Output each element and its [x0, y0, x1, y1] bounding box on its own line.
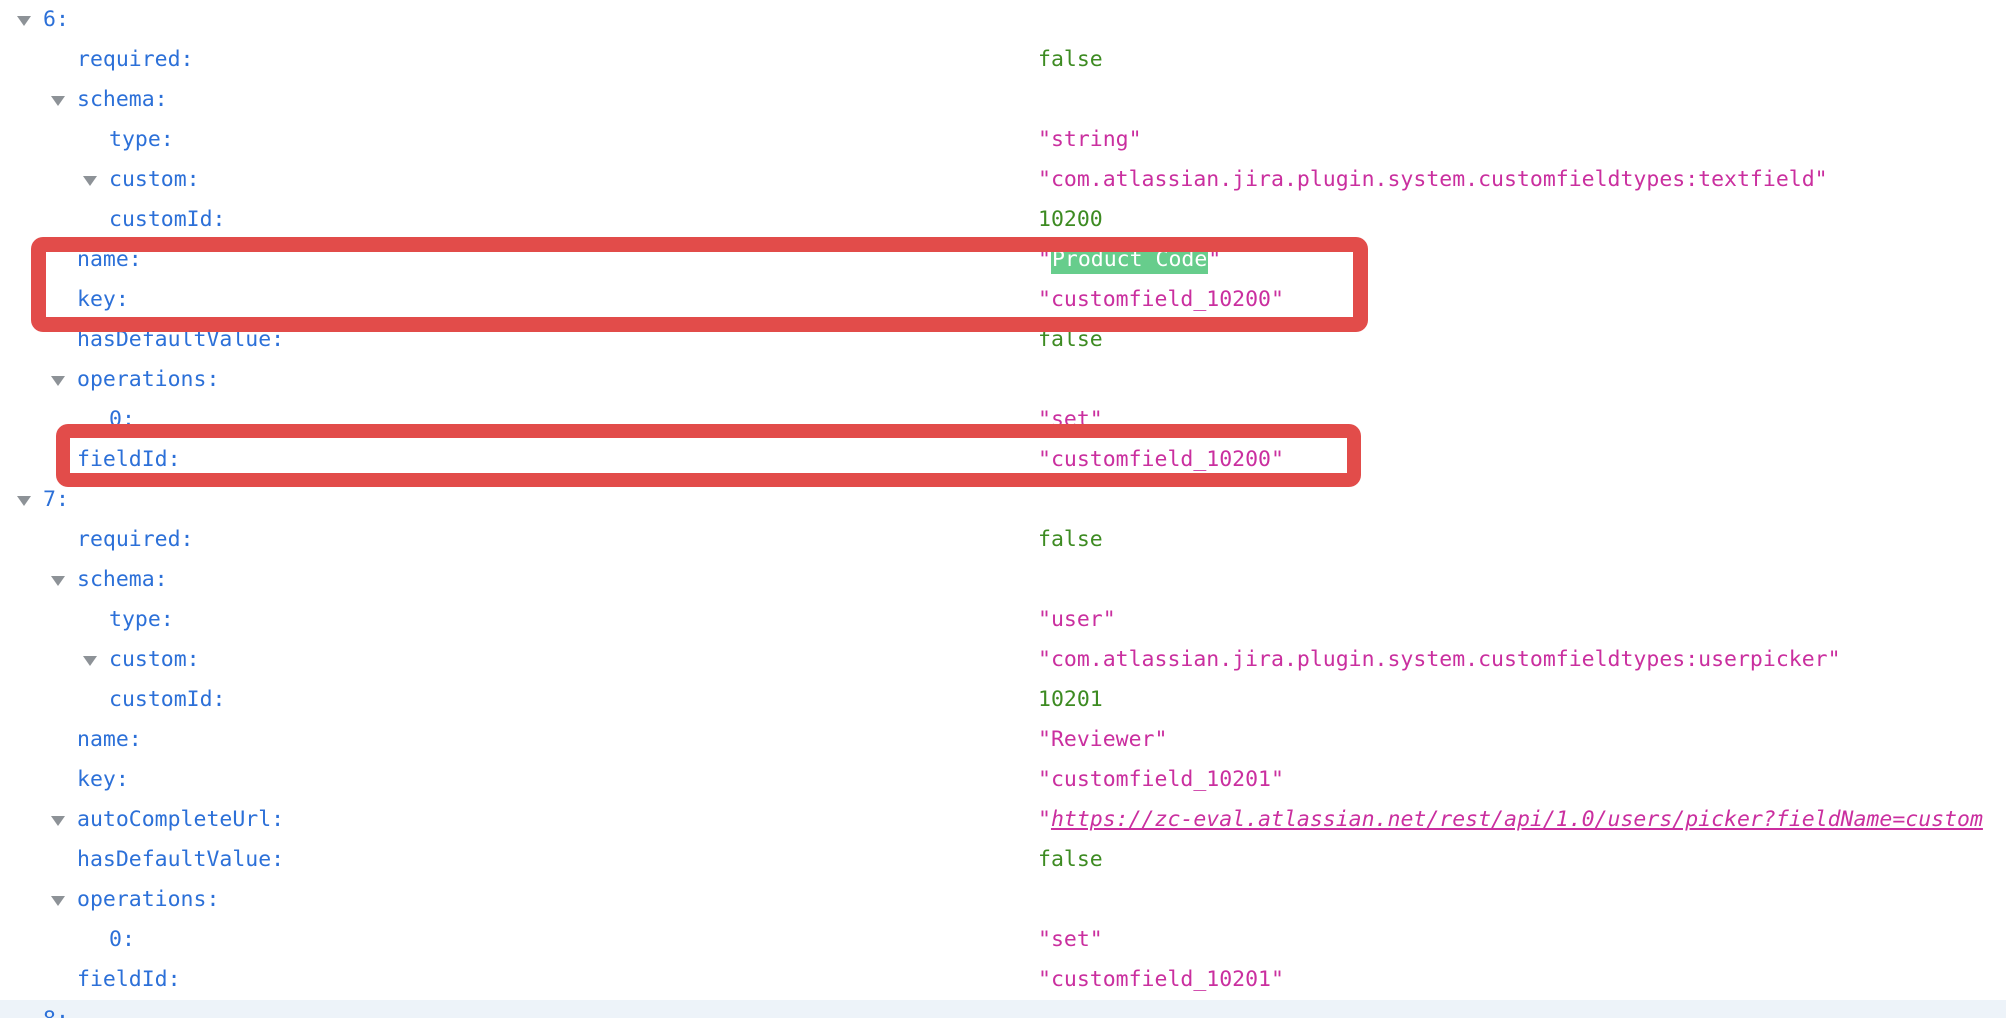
- json-row: type: "string": [0, 120, 2006, 160]
- json-key[interactable]: autoCompleteUrl:: [77, 800, 284, 840]
- json-row: custom: "com.atlassian.jira.plugin.syste…: [0, 640, 2006, 680]
- json-row: autoCompleteUrl: "https://zc-eval.atlass…: [0, 800, 2006, 840]
- json-row: hasDefaultValue: false: [0, 320, 2006, 360]
- json-row: required: false: [0, 520, 2006, 560]
- json-row: 7:: [0, 480, 2006, 520]
- json-key: required:: [77, 520, 194, 560]
- json-row: 6:: [0, 0, 2006, 40]
- json-value: "customfield_10200": [1038, 280, 1284, 320]
- json-value: false: [1038, 520, 1103, 560]
- json-value: 10201: [1038, 680, 1103, 720]
- json-key: required:: [77, 40, 194, 80]
- json-key: name:: [77, 240, 142, 280]
- quote-mark: ": [1208, 247, 1221, 272]
- expand-arrow-icon[interactable]: [51, 576, 65, 586]
- json-key: hasDefaultValue:: [77, 840, 284, 880]
- json-key: hasDefaultValue:: [77, 320, 284, 360]
- json-tree-viewer: 6: required: false schema: type: "string…: [0, 0, 2006, 1018]
- json-row: 8:: [0, 1000, 2006, 1018]
- json-row: key: "customfield_10200": [0, 280, 2006, 320]
- json-value: false: [1038, 40, 1103, 80]
- expand-arrow-icon[interactable]: [83, 176, 97, 186]
- quote-mark: ": [1038, 807, 1051, 832]
- json-row: type: "user": [0, 600, 2006, 640]
- json-value: "com.atlassian.jira.plugin.system.custom…: [1038, 640, 1841, 680]
- search-highlight: Product Code: [1051, 245, 1208, 274]
- json-row: customId: 10201: [0, 680, 2006, 720]
- json-row: schema:: [0, 560, 2006, 600]
- json-row: required: false: [0, 40, 2006, 80]
- json-row: name: "Reviewer": [0, 720, 2006, 760]
- json-value: 10200: [1038, 200, 1103, 240]
- json-key[interactable]: custom:: [109, 160, 200, 200]
- json-key: type:: [109, 120, 174, 160]
- json-value: "string": [1038, 120, 1142, 160]
- json-key: fieldId:: [77, 440, 181, 480]
- json-key[interactable]: operations:: [77, 360, 219, 400]
- json-row: 0: "set": [0, 400, 2006, 440]
- quote-mark: ": [1038, 247, 1051, 272]
- json-value: "Reviewer": [1038, 720, 1167, 760]
- expand-arrow-icon[interactable]: [17, 16, 31, 26]
- json-value: false: [1038, 840, 1103, 880]
- json-value: "set": [1038, 400, 1103, 440]
- json-key[interactable]: 7:: [43, 480, 69, 520]
- json-key: 0:: [109, 920, 135, 960]
- expand-arrow-icon[interactable]: [51, 96, 65, 106]
- json-row: fieldId: "customfield_10200": [0, 440, 2006, 480]
- json-key: customId:: [109, 200, 226, 240]
- json-value: "https://zc-eval.atlassian.net/rest/api/…: [1038, 800, 1983, 840]
- json-row: operations:: [0, 360, 2006, 400]
- json-key: 0:: [109, 400, 135, 440]
- json-key[interactable]: operations:: [77, 880, 219, 920]
- json-key: type:: [109, 600, 174, 640]
- json-row: fieldId: "customfield_10201": [0, 960, 2006, 1000]
- json-value: false: [1038, 320, 1103, 360]
- expand-arrow-icon[interactable]: [51, 896, 65, 906]
- json-row: operations:: [0, 880, 2006, 920]
- json-value: "customfield_10201": [1038, 760, 1284, 800]
- json-row: customId: 10200: [0, 200, 2006, 240]
- json-value: "com.atlassian.jira.plugin.system.custom…: [1038, 160, 1828, 200]
- json-row: key: "customfield_10201": [0, 760, 2006, 800]
- json-row: custom: "com.atlassian.jira.plugin.syste…: [0, 160, 2006, 200]
- expand-arrow-icon[interactable]: [17, 496, 31, 506]
- json-row: 0: "set": [0, 920, 2006, 960]
- json-key: name:: [77, 720, 142, 760]
- json-key[interactable]: schema:: [77, 560, 168, 600]
- json-rows: 6: required: false schema: type: "string…: [0, 0, 2006, 1018]
- json-key[interactable]: schema:: [77, 80, 168, 120]
- json-key[interactable]: custom:: [109, 640, 200, 680]
- expand-arrow-icon[interactable]: [51, 376, 65, 386]
- json-key: customId:: [109, 680, 226, 720]
- json-key: 8:: [43, 1000, 69, 1018]
- json-key[interactable]: 6:: [43, 0, 69, 40]
- json-key: key:: [77, 280, 129, 320]
- json-value: "user": [1038, 600, 1116, 640]
- json-row: hasDefaultValue: false: [0, 840, 2006, 880]
- autocomplete-url-link[interactable]: https://zc-eval.atlassian.net/rest/api/1…: [1051, 807, 1983, 832]
- expand-arrow-icon[interactable]: [83, 656, 97, 666]
- json-key: key:: [77, 760, 129, 800]
- json-value: "customfield_10201": [1038, 960, 1284, 1000]
- json-key: fieldId:: [77, 960, 181, 1000]
- json-row: schema:: [0, 80, 2006, 120]
- json-value: "Product Code": [1038, 240, 1221, 280]
- json-row: name: "Product Code": [0, 240, 2006, 280]
- json-value: "customfield_10200": [1038, 440, 1284, 480]
- json-value: "set": [1038, 920, 1103, 960]
- expand-arrow-icon[interactable]: [51, 816, 65, 826]
